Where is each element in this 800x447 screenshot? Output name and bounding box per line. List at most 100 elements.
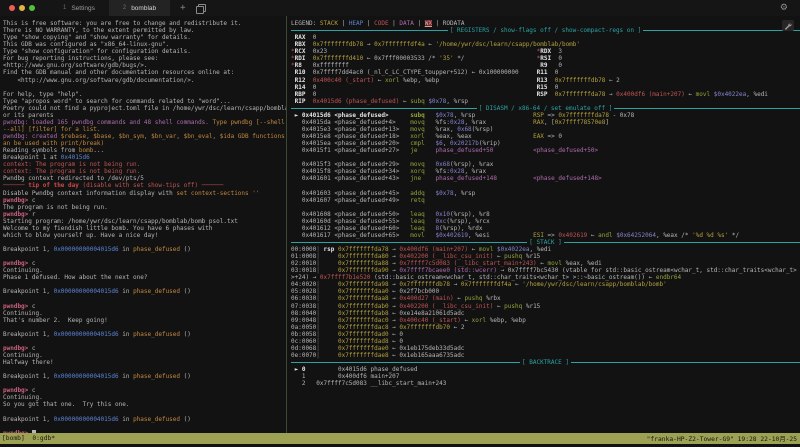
terminal-line: So you got that one. Try this one. bbox=[3, 401, 286, 408]
terminal-line: Breakpoint 1, 0x00000000004015d6 in phas… bbox=[3, 288, 286, 295]
terminal-line: 07:0038│ 0x7fffffffdab0 → 0x402200 (__li… bbox=[291, 303, 800, 310]
terminal-line: Starting program: /home/ywr/dsc/learn/cs… bbox=[3, 218, 286, 225]
terminal-line bbox=[3, 281, 286, 288]
terminal-line: Type "show copying" and "show warranty" … bbox=[3, 34, 286, 41]
terminal-line bbox=[3, 253, 286, 260]
terminal-line: 09:0048│ 0x7fffffffdac0 → 0x400c40 (_sta… bbox=[291, 317, 800, 324]
gdb-console-pane[interactable]: This is free software: you are free to c… bbox=[0, 16, 286, 433]
terminal-line bbox=[3, 338, 286, 345]
terminal-line: Breakpoint 1, 0x00000000004015d6 in phas… bbox=[3, 373, 286, 380]
terminal-line: 0x4015f3 <phase_defused+29> movq 0x68(%r… bbox=[291, 161, 800, 168]
tab-settings[interactable]: 1 Settings bbox=[49, 0, 109, 16]
terminal-line: Welcome to my fiendish little bomb. You … bbox=[3, 225, 286, 232]
terminal-line: R10 0x7ffff7dd4ac0 (_nl_C_LC_CTYPE_toupp… bbox=[291, 69, 800, 76]
terminal-line bbox=[291, 204, 800, 211]
terminal-line: an be used with print/break) bbox=[3, 140, 286, 147]
terminal-line: This is free software: you are free to c… bbox=[3, 20, 286, 27]
terminal-line: 0x401607 <phase_defused+49> retq bbox=[291, 197, 800, 204]
terminal-line: 0x4015f8 <phase_defused+34> xorq %fs:0x2… bbox=[291, 168, 800, 175]
terminal-line: Phase 1 defused. How about the next one? bbox=[3, 274, 286, 281]
terminal-line: For bug reporting instructions, please s… bbox=[3, 55, 286, 62]
terminal-line: pwndbg> c bbox=[3, 345, 286, 352]
gear-icon[interactable]: ⚙ bbox=[780, 0, 788, 16]
terminal-line: ► 0x4015d6 <phase_defused> subq $0x78, %… bbox=[291, 112, 800, 119]
terminal-line: context: The program is not being run. bbox=[3, 168, 286, 175]
terminal-line: Find the GDB manual and other documentat… bbox=[3, 69, 286, 76]
terminal-line: Disable Pwndbg context information displ… bbox=[3, 190, 286, 197]
terminal-line: 00:0000│ rsp 0x7fffffffda78 → 0x400df6 (… bbox=[291, 246, 800, 253]
terminal-line: 02:0010│ 0x7fffffffda88 → 0x7ffff7c5d083… bbox=[291, 260, 800, 267]
terminal-line: 03:0018│ 0x7fffffffda90 → 0x7ffff7bcaee0… bbox=[291, 267, 800, 274]
section-header: [ STACK ] bbox=[291, 239, 800, 246]
terminal-line: --all] [filter] for a list. bbox=[3, 126, 286, 133]
terminal-line: Breakpoint 1, 0x00000000004015d6 in phas… bbox=[3, 416, 286, 423]
tmux-session-window: [bomb] 0:gdb* bbox=[2, 435, 55, 442]
terminal-line: 0x4015e8 <phase_defused+18> xorl %eax, %… bbox=[291, 133, 800, 140]
terminal-line: The program is not being run. bbox=[3, 204, 286, 211]
terminal-line: pwndbg> c bbox=[3, 303, 286, 310]
close-button[interactable] bbox=[9, 5, 15, 11]
terminal-line: 0b:0058│ 0x7fffffffdad0 ← 0 bbox=[291, 331, 800, 338]
terminal-line: 0x4015e3 <phase_defused+13> movq %rax, 0… bbox=[291, 126, 800, 133]
terminal-line: pwndbg> c bbox=[3, 260, 286, 267]
terminal-line: pwndbg> c bbox=[3, 197, 286, 204]
terminal-line: This GDB was configured as "x86_64-linux… bbox=[3, 41, 286, 48]
terminal-line: 0c:0060│ 0x7fffffffdad8 ← 0 bbox=[291, 338, 800, 345]
tmux-pane-divider[interactable] bbox=[286, 16, 287, 433]
maximize-button[interactable] bbox=[29, 5, 35, 11]
terminal-line: RIP 0x4015d6 (phase_defused) ← subq $0x7… bbox=[291, 98, 800, 105]
tab-index: 2 bbox=[123, 5, 126, 11]
tab-label: Settings bbox=[71, 5, 95, 12]
terminal-line: 0x401608 <phase_defused+50> leaq 0x10(%r… bbox=[291, 211, 800, 218]
terminal-line: *RDI 0x7fffffffd410 ← 0x7fff00003533 /* … bbox=[291, 55, 800, 62]
terminal-line: *R8 0xffffffff R9 0 bbox=[291, 62, 800, 69]
terminal-line: Reading symbols from bomb... bbox=[3, 147, 286, 154]
terminal-line: RAX 0 bbox=[291, 34, 800, 41]
terminal-line bbox=[291, 182, 800, 189]
terminal-line: Pwndbg context redirected to /dev/pts/5 bbox=[3, 175, 286, 182]
tmux-host-clock: "franka-HP-Z2-Tower-G9" 19:28 22-10月-25 bbox=[647, 434, 797, 443]
terminal-line: 0a:0050│ 0x7fffffffdac8 → 0x7fffffffdb70… bbox=[291, 324, 800, 331]
terminal-line bbox=[3, 423, 286, 430]
terminal-line: pwndbg> c bbox=[3, 387, 286, 394]
terminal-line: R12 0x400c40 (_start) ← xorl %ebp, %ebp … bbox=[291, 77, 800, 84]
terminal-line: Continuing. bbox=[3, 310, 286, 317]
terminal-line: 0e:0070│ 0x7fffffffdae8 ← 0x1eb165aaa673… bbox=[291, 352, 800, 359]
minimize-button[interactable] bbox=[19, 5, 25, 11]
terminal-line: Type "show configuration" for configurat… bbox=[3, 48, 286, 55]
terminal-line bbox=[3, 295, 286, 302]
traffic-lights bbox=[9, 5, 35, 11]
terminal-line bbox=[3, 324, 286, 331]
terminal-line bbox=[3, 380, 286, 387]
wrench-icon[interactable] bbox=[782, 20, 794, 31]
terminal-line: <http://www.gnu.org/software/gdb/bugs/>. bbox=[3, 62, 286, 69]
terminal-line: pwndbg: loaded 165 pwndbg commands and 4… bbox=[3, 119, 286, 126]
terminal-line: 0x401603 <phase_defused+45> addq $0x78, … bbox=[291, 190, 800, 197]
copy-windows-icon[interactable] bbox=[198, 4, 206, 12]
terminal-line: 0d:0068│ 0x7fffffffdae0 ← 0x1eb175deb33d… bbox=[291, 345, 800, 352]
terminal-line: which to blow yourself up. Have a nice d… bbox=[3, 232, 286, 239]
pwndbg-context-pane[interactable]: LEGEND: STACK | HEAP | CODE | DATA | WX … bbox=[289, 16, 800, 433]
terminal-line bbox=[3, 366, 286, 373]
terminal-line: There is NO WARRANTY, to the extent perm… bbox=[3, 27, 286, 34]
terminal-line: ────── tip of the day (disable with set … bbox=[3, 182, 286, 189]
terminal-line: pwndbg: created $rebase, $base, $bn_sym,… bbox=[3, 133, 286, 140]
terminal-line: pwndbg> r bbox=[3, 211, 286, 218]
section-header: [ BACKTRACE ] bbox=[291, 359, 800, 366]
terminal-line: 04:0020│ 0x7fffffffda98 → 0x7fffffffdb78… bbox=[291, 281, 800, 288]
tab-index: 1 bbox=[63, 5, 66, 11]
tab-bomblab[interactable]: 2 bomblab bbox=[109, 0, 170, 16]
terminal-area: This is free software: you are free to c… bbox=[0, 16, 800, 433]
tab-label: bomblab bbox=[131, 5, 156, 12]
terminal-line: That's number 2. Keep going! bbox=[3, 317, 286, 324]
terminal-line: 0x401617 <phase_defused+65> movl $0x4026… bbox=[291, 232, 800, 239]
terminal-line: 05:0028│ 0x7fffffffdaa0 ← 0x2f7bcb000 bbox=[291, 288, 800, 295]
terminal-line: Halfway there! bbox=[3, 359, 286, 366]
terminal-line: ► 0 0x4015d6 phase_defused bbox=[291, 366, 800, 373]
terminal-line: Breakpoint 1, 0x00000000004015d6 in phas… bbox=[3, 246, 286, 253]
terminal-window: 1 Settings 2 bomblab + ⚙ This is free so… bbox=[0, 0, 800, 447]
new-tab-button[interactable]: + bbox=[180, 0, 185, 16]
tmux-statusbar: [bomb] 0:gdb* "franka-HP-Z2-Tower-G9" 19… bbox=[0, 433, 800, 444]
terminal-line: 01:0008│ 0x7fffffffda80 → 0x402200 (__li… bbox=[291, 253, 800, 260]
terminal-line: Type "apropos word" to search for comman… bbox=[3, 98, 286, 105]
